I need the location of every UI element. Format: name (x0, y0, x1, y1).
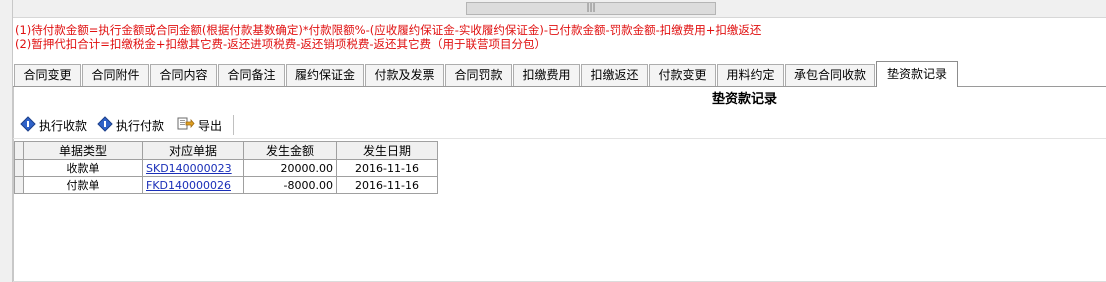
blue-diamond-icon (97, 115, 116, 135)
toolbar: 执行收款 执行付款 导出 (14, 113, 1106, 138)
export-button[interactable]: 导出 (177, 115, 222, 135)
tab-contract-receipt[interactable]: 承包合同收款 (785, 64, 875, 86)
cell-amount: -8000.00 (243, 176, 337, 194)
cell-date: 2016-11-16 (336, 159, 438, 177)
cell-amount: 20000.00 (243, 159, 337, 177)
tab-contract-attachment[interactable]: 合同附件 (82, 64, 149, 86)
row-selector[interactable] (14, 159, 24, 177)
tab-withholding-fee[interactable]: 扣缴费用 (513, 64, 580, 86)
advance-records-table: 单据类型 对应单据 发生金额 发生日期 收款单 SKD140000023 200… (14, 141, 438, 194)
export-label: 导出 (198, 118, 223, 133)
tab-performance-bond[interactable]: 履约保证金 (286, 64, 364, 86)
tab-payment-invoice[interactable]: 付款及发票 (365, 64, 444, 86)
toolbar-separator (233, 115, 234, 135)
cell-doc: SKD140000023 (142, 159, 244, 177)
execute-pay-button[interactable]: 执行付款 (97, 115, 164, 135)
column-header-doc[interactable]: 对应单据 (142, 141, 244, 160)
row-selector[interactable] (14, 176, 24, 194)
note-line-2: (2)暂押代扣合计=扣缴税金+扣缴其它费-返还进项税费-返还销项税费-返还其它费… (15, 37, 547, 51)
horizontal-scrollbar[interactable]: ||| (13, 0, 1106, 18)
doc-link[interactable]: FKD140000026 (146, 179, 231, 192)
tab-withholding-refund[interactable]: 扣缴返还 (581, 64, 648, 86)
execute-receive-label: 执行收款 (39, 118, 88, 133)
note-line-1: (1)待付款金额=执行金额或合同金额(根据付款基数确定)*付款限额%-(应收履约… (15, 23, 762, 37)
row-selector-header[interactable] (14, 141, 24, 160)
tab-contract-penalty[interactable]: 合同罚款 (445, 64, 512, 86)
blue-diamond-icon (20, 115, 39, 135)
formula-notes: (1)待付款金额=执行金额或合同金额(根据付款基数确定)*付款限额%-(应收履约… (15, 23, 761, 51)
toolbar-divider (13, 138, 1106, 139)
execute-pay-label: 执行付款 (116, 118, 165, 133)
cell-type: 付款单 (23, 176, 143, 194)
column-header-type[interactable]: 单据类型 (23, 141, 143, 160)
cell-date: 2016-11-16 (336, 176, 438, 194)
export-icon (177, 116, 198, 135)
tab-payment-change[interactable]: 付款变更 (649, 64, 716, 86)
panel-title: 垫资款记录 (711, 92, 777, 107)
doc-link[interactable]: SKD140000023 (146, 162, 232, 175)
scrollbar-thumb[interactable]: ||| (466, 2, 716, 15)
column-header-amount[interactable]: 发生金额 (243, 141, 337, 160)
tab-material-agreement[interactable]: 用料约定 (717, 64, 784, 86)
tab-contract-notes[interactable]: 合同备注 (218, 64, 285, 86)
table-header-row: 单据类型 对应单据 发生金额 发生日期 (14, 141, 438, 160)
execute-receive-button[interactable]: 执行收款 (20, 115, 87, 135)
tab-advance-records[interactable]: 垫资款记录 (876, 61, 958, 87)
table-row[interactable]: 付款单 FKD140000026 -8000.00 2016-11-16 (14, 176, 438, 194)
cell-doc: FKD140000026 (142, 176, 244, 194)
tab-contract-content[interactable]: 合同内容 (150, 64, 217, 86)
cell-type: 收款单 (23, 159, 143, 177)
column-header-date[interactable]: 发生日期 (336, 141, 438, 160)
tab-contract-change[interactable]: 合同变更 (14, 64, 81, 86)
table-row[interactable]: 收款单 SKD140000023 20000.00 2016-11-16 (14, 159, 438, 177)
left-scrollbar[interactable] (0, 0, 13, 282)
